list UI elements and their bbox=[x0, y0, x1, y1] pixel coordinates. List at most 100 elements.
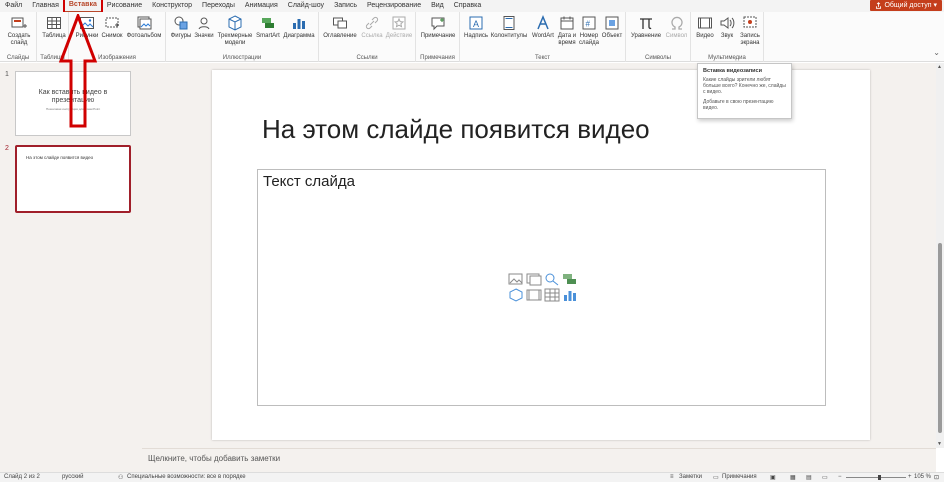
smartart-button[interactable]: SmartArt bbox=[254, 15, 282, 40]
placeholder-text[interactable]: Текст слайда bbox=[263, 173, 355, 190]
photo-album-icon bbox=[137, 16, 152, 30]
zoom-out-icon[interactable]: − bbox=[838, 474, 842, 480]
collapse-ribbon-icon[interactable]: ⌄ bbox=[933, 48, 940, 57]
insert-video-icon[interactable] bbox=[526, 288, 542, 302]
tab-home[interactable]: Главная bbox=[27, 0, 64, 12]
chart-button[interactable]: Диаграмма bbox=[282, 15, 316, 40]
tab-view[interactable]: Вид bbox=[426, 0, 449, 12]
accessibility-status[interactable]: Специальные возможности: все в порядке bbox=[127, 474, 246, 480]
tab-transitions[interactable]: Переходы bbox=[197, 0, 240, 12]
new-slide-label: Создать слайд bbox=[7, 33, 31, 46]
share-button[interactable]: Общий доступ ▾ bbox=[870, 0, 942, 11]
tab-design[interactable]: Конструктор bbox=[147, 0, 197, 12]
zoom-button[interactable]: Оглавление bbox=[322, 15, 358, 40]
group-links: Оглавление Ссылка Действие Ссылки bbox=[319, 12, 416, 62]
tab-slideshow[interactable]: Слайд-шоу bbox=[283, 0, 329, 12]
date-time-button[interactable]: Дата и время bbox=[556, 15, 578, 47]
notes-toggle-button[interactable]: Заметки bbox=[679, 474, 702, 480]
scrollbar-thumb[interactable] bbox=[938, 243, 942, 433]
tab-file[interactable]: Файл bbox=[0, 0, 27, 12]
equation-button[interactable]: Уравнение bbox=[628, 15, 664, 40]
notes-placeholder[interactable]: Щелкните, чтобы добавить заметки bbox=[148, 454, 280, 463]
slide-thumbnail-2[interactable]: На этом слайде появится видео bbox=[15, 145, 131, 213]
thumb-number-1: 1 bbox=[5, 71, 9, 78]
vertical-scrollbar[interactable]: ▲ ▼ bbox=[936, 63, 944, 448]
link-label: Ссылка bbox=[361, 33, 383, 39]
video-label: Видео bbox=[696, 33, 714, 39]
notes-pane[interactable]: Щелкните, чтобы добавить заметки bbox=[142, 448, 936, 472]
tab-record[interactable]: Запись bbox=[329, 0, 362, 12]
scroll-down-icon[interactable]: ▼ bbox=[937, 441, 942, 447]
speaker-icon bbox=[720, 17, 735, 29]
action-button[interactable]: Действие bbox=[385, 15, 413, 40]
link-icon bbox=[365, 16, 379, 30]
scroll-up-icon[interactable]: ▲ bbox=[937, 64, 942, 70]
group-label-text: Текст bbox=[534, 55, 551, 61]
zoom-level[interactable]: 105 % bbox=[914, 474, 931, 480]
ribbon: Создать слайд Слайды Таблица Таблицы Рис… bbox=[0, 12, 944, 62]
slide-number-button[interactable]: # Номер слайда bbox=[578, 15, 600, 47]
symbol-button[interactable]: Символ bbox=[664, 15, 689, 40]
zoom-in-icon[interactable]: + bbox=[908, 474, 912, 480]
insert-picture-icon[interactable] bbox=[508, 272, 524, 286]
slide-title[interactable]: На этом слайде появится видео bbox=[262, 114, 650, 145]
group-media: Видео Звук Запись экрана Мультимедиа bbox=[691, 12, 764, 62]
shapes-button[interactable]: Фигуры bbox=[169, 15, 193, 40]
insert-content-icons bbox=[508, 272, 578, 302]
slide-sorter-icon[interactable]: ▦ bbox=[790, 474, 796, 481]
zoom-slider[interactable] bbox=[846, 475, 906, 480]
icons-label: Значки bbox=[194, 33, 214, 39]
insert-icons-icon[interactable] bbox=[544, 272, 560, 286]
slide-number-label: Номер слайда bbox=[578, 33, 600, 46]
menu-bar: Файл Главная Вставка Рисование Конструкт… bbox=[0, 0, 944, 14]
insert-smartart-icon[interactable] bbox=[562, 272, 578, 286]
shapes-icon bbox=[174, 16, 188, 30]
object-button[interactable]: Объект bbox=[600, 15, 624, 40]
reading-view-icon[interactable]: ▤ bbox=[806, 474, 812, 481]
svg-text:A: A bbox=[473, 19, 479, 29]
screenshot-button[interactable]: Снимок bbox=[101, 15, 123, 40]
screenshot-icon bbox=[105, 17, 119, 28]
screen-recording-label: Запись экрана bbox=[740, 33, 760, 46]
content-placeholder[interactable]: Текст слайда bbox=[257, 169, 826, 406]
language-indicator[interactable]: русский bbox=[62, 474, 84, 480]
fit-slide-icon[interactable]: ⊡ bbox=[934, 474, 939, 481]
smartart-label: SmartArt bbox=[256, 33, 280, 39]
new-slide-button[interactable]: Создать слайд bbox=[4, 15, 34, 47]
comment-button[interactable]: Примечание bbox=[418, 15, 458, 40]
slideshow-icon[interactable]: ▭ bbox=[822, 474, 828, 481]
comments-icon: ▭ bbox=[713, 475, 719, 481]
slide[interactable]: На этом слайде появится видео Текст слай… bbox=[212, 70, 870, 440]
insert-table-icon[interactable] bbox=[544, 288, 560, 302]
link-button[interactable]: Ссылка bbox=[359, 15, 385, 40]
tooltip-title: Вставка видеозаписи bbox=[703, 68, 762, 74]
textbox-button[interactable]: A Надпись bbox=[463, 15, 489, 40]
tab-animations[interactable]: Анимация bbox=[240, 0, 283, 12]
normal-view-icon[interactable]: ▣ bbox=[770, 474, 776, 481]
textbox-icon: A bbox=[469, 16, 483, 30]
tab-review[interactable]: Рецензирование bbox=[362, 0, 426, 12]
header-footer-button[interactable]: Колонтитулы bbox=[490, 15, 528, 40]
insert-chart-icon[interactable] bbox=[562, 288, 578, 302]
chart-label: Диаграмма bbox=[283, 33, 315, 39]
notes-icon: ≡ bbox=[670, 474, 674, 480]
accessibility-icon[interactable]: ⚇ bbox=[118, 474, 123, 481]
icons-button[interactable]: Значки bbox=[193, 15, 215, 40]
svg-text:#: # bbox=[586, 20, 591, 29]
tab-help[interactable]: Справка bbox=[449, 0, 486, 12]
tooltip-body-2: Добавьте в свою презентацию видео. bbox=[703, 99, 774, 111]
comments-toggle-button[interactable]: Примечания bbox=[722, 474, 757, 480]
zoom-slider-thumb[interactable] bbox=[878, 475, 881, 480]
video-button[interactable]: Видео bbox=[694, 15, 716, 40]
photo-album-button[interactable]: Фотоальбом bbox=[125, 15, 163, 40]
insert-stock-image-icon[interactable] bbox=[526, 272, 542, 286]
group-symbols: Уравнение Символ Символы bbox=[626, 12, 691, 62]
group-illustrations: Фигуры Значки Трехмерные модели SmartArt… bbox=[166, 12, 319, 62]
audio-button[interactable]: Звук bbox=[717, 15, 737, 40]
screen-recording-button[interactable]: Запись экрана bbox=[737, 15, 763, 47]
insert-3d-model-icon[interactable] bbox=[508, 288, 524, 302]
group-slides: Создать слайд Слайды bbox=[0, 12, 37, 62]
wordart-button[interactable]: WordArt bbox=[530, 15, 556, 40]
3d-models-button[interactable]: Трехмерные модели bbox=[216, 15, 254, 47]
tab-draw[interactable]: Рисование bbox=[102, 0, 147, 12]
